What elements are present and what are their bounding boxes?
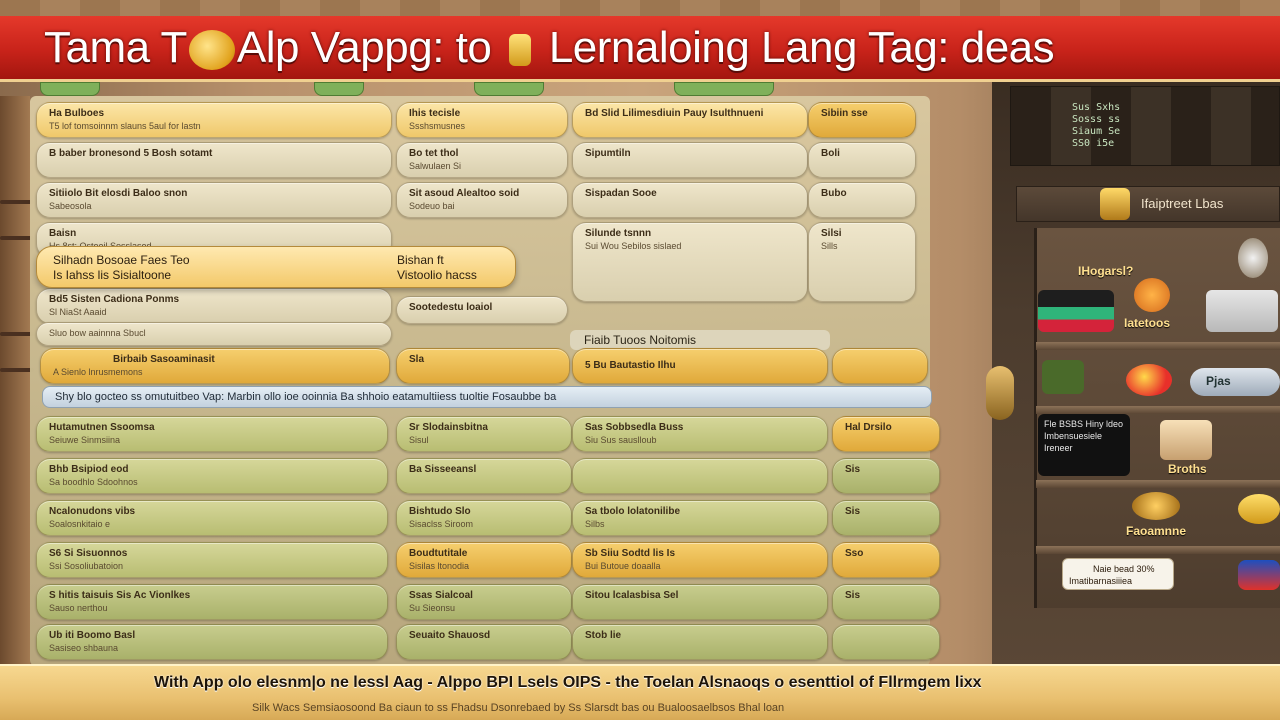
board-row[interactable]: Hutamutnen Ssoomsa Seiuwe Sinmsiina [36, 416, 388, 452]
banner-title-right: Alp Vappg: to [236, 22, 492, 72]
lamp-icon [1238, 238, 1268, 278]
board-row[interactable]: Sitou lcalasbisa Sel [572, 584, 828, 620]
shelf-plank [1036, 546, 1280, 554]
box-sticker[interactable] [1206, 290, 1278, 332]
section-header[interactable]: Birbaib Sasoaminasit A Sienlo lnrusmemons [40, 348, 390, 384]
section-header[interactable] [832, 348, 928, 384]
board-row[interactable]: Bd Slid Lilimesdiuin Pauy Isulthnueni [572, 102, 808, 138]
board-row[interactable]: S hitis taisuis Sis Ac Vionlkes Sauso ner… [36, 584, 388, 620]
board-row[interactable] [572, 458, 828, 494]
board-row[interactable]: Sso [832, 542, 940, 578]
left-edge-wood [0, 96, 34, 666]
board-row[interactable]: Hal Drsilo [832, 416, 940, 452]
bag-icon [1160, 420, 1212, 460]
badge-icon [188, 29, 235, 70]
board-row[interactable]: Ncalonudons vibs Soalosnkitaio e [36, 500, 388, 536]
candy-icon [1126, 364, 1172, 396]
board-row[interactable]: Sootedestu loaiol [396, 296, 568, 324]
board-row[interactable]: Ub iti Boomo Basl Sasiseo shbauna [36, 624, 388, 660]
trophy-icon [1100, 188, 1130, 220]
board-row[interactable]: Sispadan Sooe [572, 182, 808, 218]
board-row[interactable]: Ba Sisseeansl [396, 458, 572, 494]
board-row[interactable]: Sr Slodainsbitna Sisul [396, 416, 572, 452]
shelf-item-1[interactable]: IHogarsl? [1078, 264, 1133, 278]
board-row[interactable]: Boli [808, 142, 916, 178]
section-header[interactable]: Sla [396, 348, 570, 384]
info-screen[interactable]: Fle BSBS Hiny ldeo Imbensuesiele Ireneer [1038, 414, 1130, 476]
shelf-plank [1036, 480, 1280, 488]
board-row[interactable]: S6 Si Sisuonnos Ssi Sosoliubatoion [36, 542, 388, 578]
shelf-item-3[interactable]: Pjas [1190, 368, 1280, 396]
footer-sub-text: Silk Wacs Semsiaosoond Ba ciaun to ss Fh… [252, 702, 785, 714]
mid-caption: Fiaib Tuoos Noitomis [570, 330, 830, 350]
footer-main-text: With App olo elesnm|o ne lessl Aag - Alp… [154, 674, 982, 691]
board-row[interactable]: Stob lie [572, 624, 828, 660]
ribbon-icon [1238, 494, 1280, 524]
top-tab-1[interactable] [40, 82, 100, 96]
board-row[interactable]: Bhb Bsipiod eod Sa boodhlo Sdoohnos [36, 458, 388, 494]
board-row[interactable]: Bd5 Sisten Cadiona Ponms Sl NiaSt Aaaid [36, 288, 392, 324]
board-row[interactable]: Sipumtiln [572, 142, 808, 178]
badge-icon [1134, 278, 1170, 312]
board-row[interactable]: Silsi Sills [808, 222, 916, 302]
shelf-item-4[interactable]: Broths [1168, 462, 1207, 476]
board-row[interactable]: Sb Siiu Sodtd lis Is Bui Butoue doaalla [572, 542, 828, 578]
shelf-item-2[interactable]: Iatetoos [1124, 316, 1170, 330]
board-row[interactable]: Sit asoud Alealtoo soid Sodeuo bai [396, 182, 568, 218]
board-row[interactable]: Ha Bulboes T5 lof tomsoinnm slauns 5aul f… [36, 102, 392, 138]
board-row[interactable]: Bishtudo Slo Sisaclss Siroom [396, 500, 572, 536]
board-row[interactable]: Bubo [808, 182, 916, 218]
board-row[interactable]: Bo tet thol Salwulaen Si [396, 142, 568, 178]
board-row[interactable]: Sas Sobbsedla Buss Siu Sus sauslloub [572, 416, 828, 452]
note-card[interactable]: Naie bead 30% Imatibarnasiiiea [1062, 558, 1174, 590]
top-tab-4[interactable] [674, 82, 774, 96]
title-banner: Tama T Alp Vappg: to Lernaloing Lang Tag:… [0, 16, 1280, 82]
board-row[interactable]: Sis [832, 458, 940, 494]
banner-title-mid: Lernaloing Lang Tag: deas [548, 22, 1055, 72]
shelf-top-text: Sus Sxhs Sosss ss Siaum Se SS0 i5e [1072, 102, 1121, 149]
board-row[interactable] [832, 624, 940, 660]
board-row[interactable]: Ihis tecisle Ssshsmusnes [396, 102, 568, 138]
hook-icon [986, 366, 1014, 420]
board-row[interactable]: B baber bronesond 5 Bosh sotamt [36, 142, 392, 178]
top-tab-2[interactable] [314, 82, 364, 96]
board-row[interactable]: Sitiiolo Bit elosdi Baloo snon Sabeosola [36, 182, 392, 218]
banner-title-left: Tama T [44, 22, 187, 72]
board-row[interactable]: Boudtutitale Sisilas ltonodia [396, 542, 572, 578]
shelf-top-panel [1010, 86, 1280, 166]
highlight-callout[interactable]: Silhadn Bosoae Faes Teo Is Iahss lis Sis… [36, 246, 516, 288]
coin-icon [509, 33, 532, 66]
shelf-plank [1036, 342, 1280, 350]
footer-banner: With App olo elesnm|o ne lessl Aag - Alp… [0, 664, 1280, 720]
flag-icon [1238, 560, 1280, 590]
rooster-icon [1132, 492, 1180, 520]
board-row[interactable]: Sluo bow aainnna Sbucl [36, 322, 392, 346]
shelf-header: Ifaiptreet Lbas [1016, 186, 1280, 222]
board-row[interactable]: Sa tbolo lolatonilibe Silbs [572, 500, 828, 536]
board-row[interactable]: Seuaito Shauosd [396, 624, 572, 660]
top-tab-3[interactable] [474, 82, 544, 96]
section-header[interactable]: 5 Bu Bautastio Ilhu [572, 348, 828, 384]
shelf-plank [1036, 406, 1280, 414]
shelf-item-5[interactable]: Faoamnne [1126, 524, 1186, 538]
board-row[interactable]: Sibiin sse [808, 102, 916, 138]
green-sticker [1042, 360, 1084, 394]
board-row[interactable]: Ssas Sialcoal Su Sieonsu [396, 584, 572, 620]
board-row[interactable]: Silunde tsnnn Sui Wou Sebilos sislaed [572, 222, 808, 302]
screen-sticker[interactable] [1038, 290, 1114, 332]
board-row[interactable]: Sis [832, 500, 940, 536]
banner-title: Tama T Alp Vappg: to Lernaloing Lang Tag:… [44, 22, 1055, 73]
board-row[interactable]: Sis [832, 584, 940, 620]
wide-info-bar[interactable]: Shy blo gocteo ss omutuitbeo Vap: Marbin… [42, 386, 932, 408]
